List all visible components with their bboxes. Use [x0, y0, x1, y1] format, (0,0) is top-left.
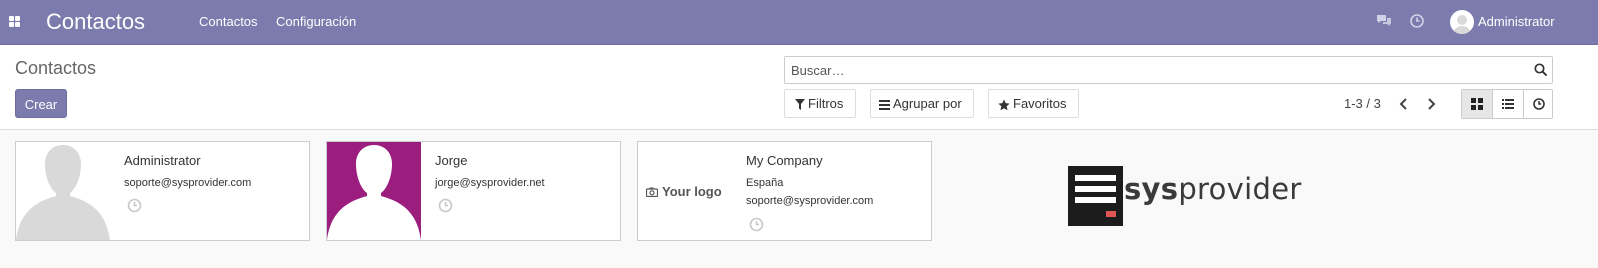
company-email: soporte@sysprovider.com [746, 195, 874, 207]
control-panel: Contactos Crear Filtros Agrupar por Favo… [0, 45, 1598, 130]
kanban-icon [1471, 98, 1483, 110]
contact-email: jorge@sysprovider.net [435, 177, 545, 189]
menu-item-contactos[interactable]: Contactos [199, 14, 258, 30]
chat-icon[interactable] [1376, 14, 1392, 28]
contact-avatar-placeholder [16, 142, 110, 240]
contact-card-administrator[interactable]: Administrator soporte@sysprovider.com [15, 141, 310, 241]
company-name: My Company [746, 153, 823, 168]
user-menu[interactable]: Administrator [1478, 14, 1555, 30]
app-brand-title: Contactos [46, 9, 146, 34]
list-view-button[interactable] [1492, 90, 1522, 118]
activity-clock-icon[interactable] [438, 198, 453, 213]
pager-next-icon[interactable] [1424, 96, 1438, 112]
sysprovider-logo-icon [1068, 166, 1123, 226]
search-box [784, 56, 1553, 84]
person-silhouette-icon [327, 145, 421, 240]
activity-view-button[interactable] [1523, 90, 1553, 118]
contact-card-my-company[interactable]: Your logo My Company España soporte@sysp… [637, 141, 932, 241]
list-icon [1502, 99, 1514, 109]
company-country: España [746, 177, 784, 189]
contact-card-jorge[interactable]: Jorge jorge@sysprovider.net [326, 141, 621, 241]
favorites-label: Favoritos [1013, 96, 1067, 111]
camera-icon [646, 187, 658, 197]
group-by-button[interactable]: Agrupar por [870, 89, 974, 118]
contact-avatar-purple [327, 142, 421, 240]
search-input[interactable] [785, 57, 1525, 83]
contact-name: Administrator [124, 153, 201, 168]
create-button[interactable]: Crear [15, 89, 67, 118]
breadcrumb: Contactos [15, 58, 97, 78]
menu-item-configuracion[interactable]: Configuración [276, 14, 356, 30]
search-icon[interactable] [1534, 63, 1547, 76]
favorites-button[interactable]: Favoritos [988, 89, 1079, 118]
kanban-view-button[interactable] [1462, 90, 1492, 118]
person-silhouette-icon [16, 145, 110, 240]
apps-menu-icon[interactable] [9, 16, 21, 28]
your-logo-image: Your logo [646, 184, 722, 199]
star-icon [998, 99, 1010, 110]
activity-clock-icon[interactable] [127, 198, 142, 213]
contact-email: soporte@sysprovider.com [124, 177, 252, 189]
avatar-silhouette-icon [1453, 15, 1471, 34]
group-by-label: Agrupar por [893, 96, 962, 111]
clock-icon [1533, 98, 1545, 110]
bars-icon [879, 99, 890, 110]
pager-value[interactable]: 1-3 / 3 [1344, 96, 1381, 112]
view-switcher [1461, 89, 1553, 119]
filters-label: Filtros [808, 96, 844, 111]
contact-name: Jorge [435, 153, 468, 168]
pager-previous-icon[interactable] [1397, 96, 1411, 112]
sysprovider-logo-text: sysprovider [1124, 172, 1302, 206]
company-logo-placeholder: Your logo [638, 142, 732, 240]
top-navbar: Contactos Contactos Configuración Admini… [0, 0, 1598, 45]
activity-clock-icon[interactable] [749, 217, 764, 232]
user-avatar[interactable] [1450, 10, 1474, 34]
filters-button[interactable]: Filtros [784, 89, 856, 118]
filter-icon [795, 99, 805, 111]
clock-icon[interactable] [1410, 14, 1424, 28]
